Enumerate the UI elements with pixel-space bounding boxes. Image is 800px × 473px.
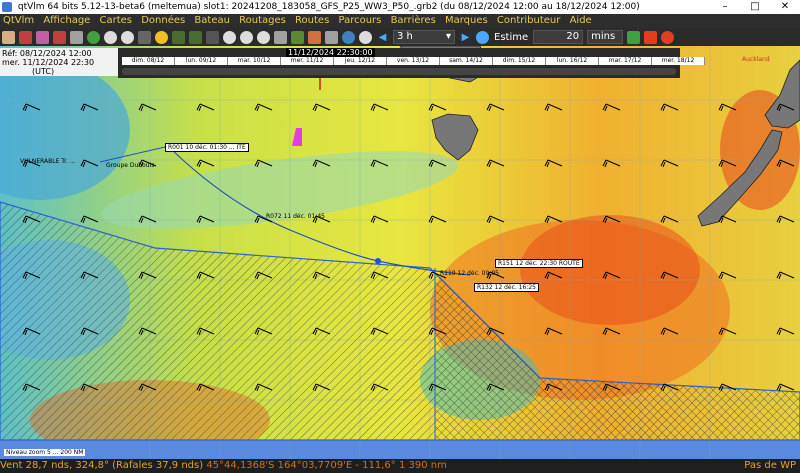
select-icon[interactable] bbox=[274, 30, 287, 44]
timeline-days: dim. 08/12 lun. 09/12 mar. 10/12 mer. 11… bbox=[122, 57, 705, 65]
globe-icon[interactable] bbox=[342, 30, 355, 44]
menu-cartes[interactable]: Cartes bbox=[97, 15, 136, 26]
unit-select[interactable]: mins bbox=[587, 30, 624, 44]
zoom-out-icon[interactable] bbox=[240, 30, 253, 44]
day-4[interactable]: jeu. 12/12 bbox=[334, 57, 387, 65]
vor-icon[interactable] bbox=[206, 30, 219, 44]
sail-icon[interactable] bbox=[138, 30, 151, 44]
recenter-icon[interactable] bbox=[87, 30, 100, 44]
unit-value: mins bbox=[591, 31, 616, 42]
sail-b-icon[interactable] bbox=[189, 30, 202, 44]
compass-icon[interactable] bbox=[325, 30, 338, 44]
label-auckland: Auckland bbox=[742, 56, 770, 63]
label-vulnerable: VULNERABLE Tr. ... bbox=[20, 158, 76, 165]
map-canvas[interactable]: VULNERABLE Tr. ... Groupe Dubouis R001 1… bbox=[0, 46, 800, 459]
prev-step-icon[interactable]: ◀ bbox=[376, 30, 389, 44]
menu-parcours[interactable]: Parcours bbox=[335, 15, 384, 26]
menu-routages[interactable]: Routages bbox=[236, 15, 289, 26]
barrier-icon[interactable] bbox=[70, 30, 83, 44]
day-6[interactable]: sam. 14/12 bbox=[440, 57, 493, 65]
menu-barrieres[interactable]: Barrières bbox=[388, 15, 439, 26]
estimate-label: Estime bbox=[494, 31, 529, 43]
warning-icon[interactable] bbox=[644, 30, 658, 44]
arrow-up-icon[interactable] bbox=[308, 30, 321, 44]
label-r072[interactable]: R072 11 déc. 01:45 bbox=[266, 213, 325, 220]
ref-time: Réf: 08/12/2024 12:00 bbox=[2, 49, 92, 58]
day-3[interactable]: mer. 11/12 bbox=[281, 57, 334, 65]
zoom-fit-icon[interactable] bbox=[257, 30, 270, 44]
status-bar: Vent 28,7 nds, 324,8° (Rafales 37,9 nds)… bbox=[0, 459, 800, 473]
menu-routes[interactable]: Routes bbox=[292, 15, 332, 26]
poi-icon[interactable] bbox=[19, 30, 32, 44]
boat-icon[interactable] bbox=[2, 30, 15, 44]
clock-icon[interactable] bbox=[104, 30, 117, 44]
maximize-button[interactable]: □ bbox=[740, 0, 770, 14]
day-2[interactable]: mar. 10/12 bbox=[228, 57, 281, 65]
status-position: 45°44,1368'S 164°03,7709'E - 111,6° 1 39… bbox=[206, 460, 447, 471]
day-7[interactable]: dim. 15/12 bbox=[493, 57, 546, 65]
menu-donnees[interactable]: Données bbox=[138, 15, 188, 26]
day-0[interactable]: dim. 08/12 bbox=[122, 57, 175, 65]
minimize-button[interactable]: – bbox=[710, 0, 740, 14]
menu-bateau[interactable]: Bateau bbox=[191, 15, 233, 26]
current-time: mer. 11/12/2024 22:30 bbox=[2, 58, 95, 67]
estimate-value: 20 bbox=[566, 31, 580, 42]
zoom-scale: Niveau zoom 5 ... 200 NM bbox=[4, 449, 86, 456]
label-r151[interactable]: R151 12 déc. 22:30 ROUTE bbox=[495, 259, 583, 268]
window-title: qtVlm 64 bits 5.12-13-beta6 (meltemua) s… bbox=[17, 2, 640, 12]
time-panel: Réf: 08/12/2024 12:00 mer. 11/12/2024 22… bbox=[0, 48, 118, 76]
main-toolbar: ◀ 3 h ▾ ▶ Estime 20 mins bbox=[0, 28, 800, 46]
boat-position-marker[interactable] bbox=[375, 258, 381, 264]
routage-icon[interactable] bbox=[53, 30, 66, 44]
next-step-icon[interactable]: ▶ bbox=[459, 30, 472, 44]
gauge-icon[interactable] bbox=[121, 30, 134, 44]
status-waypoint: Pas de WP bbox=[744, 460, 796, 471]
zoom-in-icon[interactable] bbox=[223, 30, 236, 44]
day-5[interactable]: ven. 13/12 bbox=[387, 57, 440, 65]
menu-qtvlm[interactable]: QtVlm bbox=[0, 15, 37, 26]
day-8[interactable]: lun. 16/12 bbox=[546, 57, 599, 65]
menubar: QtVlm Affichage Cartes Données Bateau Ro… bbox=[0, 14, 800, 28]
menu-affichage[interactable]: Affichage bbox=[40, 15, 93, 26]
day-9[interactable]: mar. 17/12 bbox=[599, 57, 652, 65]
app-icon bbox=[2, 1, 12, 12]
timeline-panel[interactable]: 11/12/2024 22:30:00 dim. 08/12 lun. 09/1… bbox=[118, 48, 705, 78]
play-icon[interactable] bbox=[476, 30, 489, 44]
label-r110[interactable]: R110 12 déc. 09:05 bbox=[440, 270, 499, 277]
label-r001[interactable]: R001 10 déc. 01:30 ... ITE bbox=[165, 143, 249, 152]
close-button[interactable]: ✕ bbox=[770, 0, 800, 14]
lifebuoy-icon[interactable] bbox=[661, 30, 675, 44]
timezone: (UTC) bbox=[32, 67, 55, 76]
menu-marques[interactable]: Marques bbox=[442, 15, 491, 26]
timeline-current: 11/12/2024 22:30:00 bbox=[286, 48, 375, 57]
route-icon[interactable] bbox=[36, 30, 49, 44]
window-titlebar: qtVlm 64 bits 5.12-13-beta6 (meltemua) s… bbox=[0, 0, 800, 14]
settings-icon[interactable] bbox=[359, 30, 372, 44]
bulb-icon[interactable] bbox=[155, 30, 168, 44]
timeline-slider[interactable] bbox=[122, 68, 676, 75]
label-r132[interactable]: R132 12 déc. 16:25 bbox=[474, 283, 539, 292]
estimate-input[interactable]: 20 bbox=[533, 30, 584, 44]
day-1[interactable]: lun. 09/12 bbox=[175, 57, 228, 65]
menu-aide[interactable]: Aide bbox=[567, 15, 595, 26]
day-10[interactable]: mer. 18/12 bbox=[652, 57, 705, 65]
step-value: 3 h bbox=[397, 31, 413, 42]
window-controls: – □ ✕ bbox=[710, 0, 800, 14]
layers-icon[interactable] bbox=[291, 30, 304, 44]
step-select[interactable]: 3 h ▾ bbox=[393, 30, 455, 44]
label-groupe: Groupe Dubouis bbox=[106, 162, 155, 169]
menu-contributeur[interactable]: Contributeur bbox=[494, 15, 563, 26]
chevron-down-icon: ▾ bbox=[445, 31, 451, 42]
status-wind: Vent 28,7 nds, 324,8° (Rafales 37,9 nds) bbox=[0, 460, 204, 471]
sail-a-icon[interactable] bbox=[172, 30, 185, 44]
lock-icon[interactable] bbox=[627, 30, 641, 44]
